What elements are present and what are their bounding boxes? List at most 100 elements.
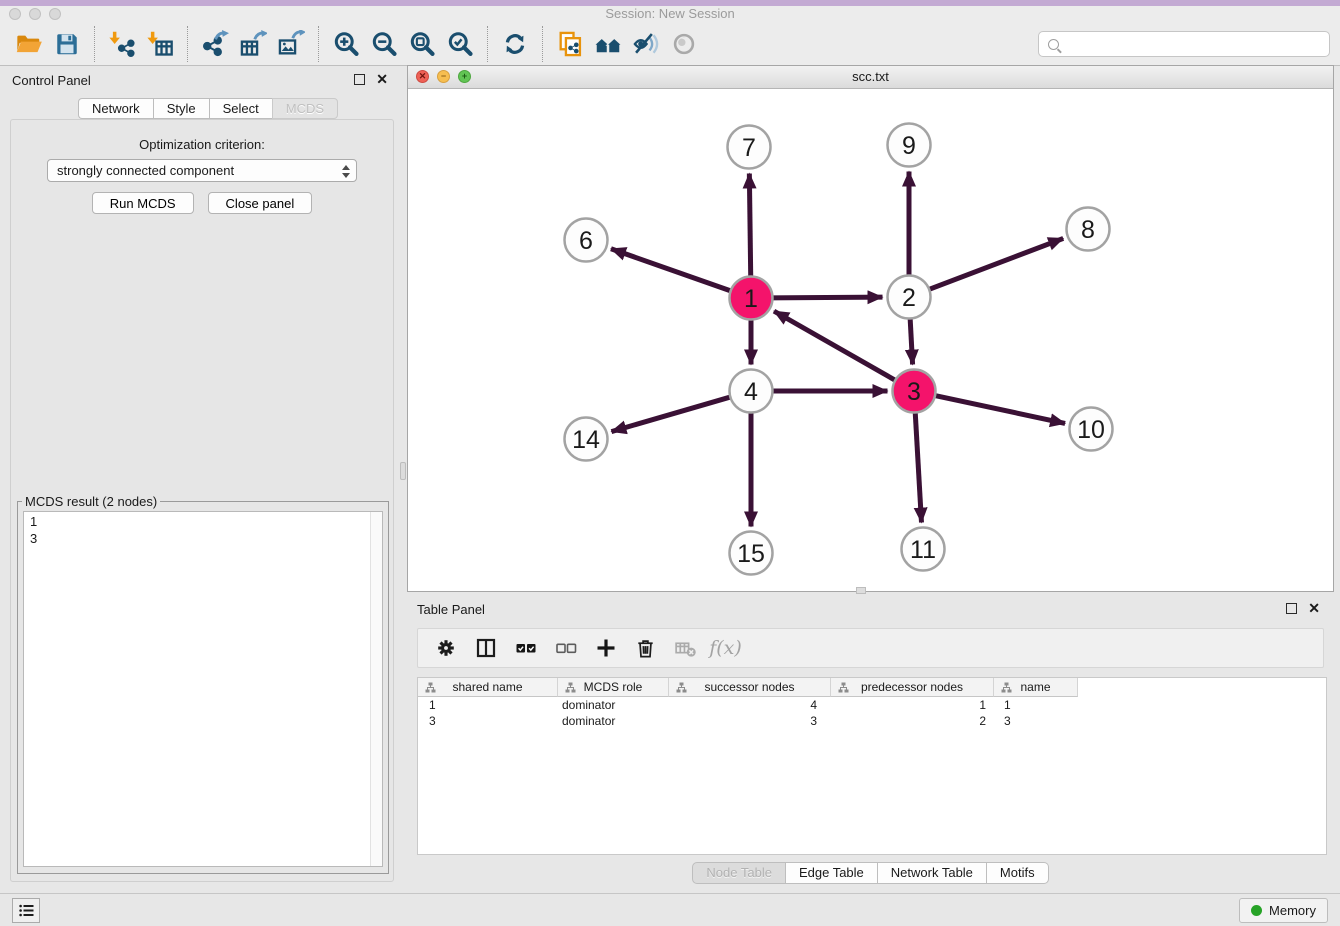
node-9[interactable]: 9 xyxy=(888,124,931,167)
clone-network-icon[interactable] xyxy=(551,25,589,63)
graphics-details-icon[interactable] xyxy=(627,25,665,63)
search-field[interactable] xyxy=(1038,31,1330,57)
control-panel: Control Panel ✕ NetworkStyleSelectMCDS O… xyxy=(2,66,402,888)
zoom-selected-icon[interactable] xyxy=(441,25,479,63)
float-panel-icon[interactable] xyxy=(354,74,365,85)
tab-mcds[interactable]: MCDS xyxy=(272,98,338,119)
horizontal-splitter-handle[interactable] xyxy=(856,587,866,594)
task-history-button[interactable] xyxy=(12,898,40,923)
cell-name[interactable]: 3 xyxy=(994,714,1078,728)
export-network-icon[interactable] xyxy=(196,25,234,63)
column-header-shared-name[interactable]: shared name xyxy=(418,678,558,697)
delete-icon[interactable] xyxy=(627,633,664,663)
node-11[interactable]: 11 xyxy=(902,528,945,571)
tab-node-table[interactable]: Node Table xyxy=(692,862,786,884)
tab-select[interactable]: Select xyxy=(209,98,272,119)
node-3[interactable]: 3 xyxy=(893,370,936,413)
node-10[interactable]: 10 xyxy=(1070,408,1113,451)
result-scrollbar[interactable] xyxy=(370,512,382,866)
toolbar-separator xyxy=(318,26,319,62)
node-6[interactable]: 6 xyxy=(565,219,608,262)
minimize-window-button[interactable] xyxy=(29,8,41,20)
function-builder-icon[interactable]: f(x) xyxy=(707,633,744,663)
import-network-icon[interactable] xyxy=(103,25,141,63)
cell-mcds-role[interactable]: dominator xyxy=(558,698,669,712)
zoom-in-icon[interactable] xyxy=(327,25,365,63)
column-header-mcds-role[interactable]: MCDS role xyxy=(558,678,669,697)
export-table-icon[interactable] xyxy=(234,25,272,63)
mcds-result-text[interactable]: 1 3 xyxy=(24,512,369,866)
column-header-name[interactable]: name xyxy=(994,678,1078,697)
column-header-predecessor-nodes[interactable]: predecessor nodes xyxy=(831,678,994,697)
cell-successor-nodes[interactable]: 3 xyxy=(669,714,831,728)
export-image-icon[interactable] xyxy=(272,25,310,63)
cell-mcds-role[interactable]: dominator xyxy=(558,714,669,728)
tab-motifs[interactable]: Motifs xyxy=(987,862,1049,884)
close-table-panel-icon[interactable]: ✕ xyxy=(1308,602,1320,614)
cell-shared-name[interactable]: 1 xyxy=(418,698,558,712)
run-mcds-button[interactable]: Run MCDS xyxy=(92,192,194,214)
node-2[interactable]: 2 xyxy=(888,276,931,319)
table-row-2[interactable]: 3dominator323 xyxy=(418,713,1326,729)
edge-3-11[interactable] xyxy=(915,409,921,522)
criterion-select[interactable]: strongly connected component xyxy=(47,159,357,182)
overview-icon[interactable] xyxy=(665,25,703,63)
apply-layout-icon[interactable] xyxy=(496,25,534,63)
network-window-titlebar[interactable]: ✕ − + scc.txt xyxy=(408,66,1333,89)
edge-1-2[interactable] xyxy=(769,297,882,298)
cell-successor-nodes[interactable]: 4 xyxy=(669,698,831,712)
node-7[interactable]: 7 xyxy=(728,126,771,169)
search-input[interactable] xyxy=(1059,32,1329,56)
close-panel-button[interactable]: Close panel xyxy=(208,192,313,214)
tab-style[interactable]: Style xyxy=(153,98,209,119)
tab-edge-table[interactable]: Edge Table xyxy=(786,862,878,884)
cell-predecessor-nodes[interactable]: 1 xyxy=(831,698,994,712)
table-row-1[interactable]: 1dominator411 xyxy=(418,697,1326,713)
close-window-button[interactable] xyxy=(9,8,21,20)
network-zoom-button[interactable]: + xyxy=(458,70,471,83)
cell-name[interactable]: 1 xyxy=(994,698,1078,712)
cell-shared-name[interactable]: 3 xyxy=(418,714,558,728)
reset-view-icon[interactable] xyxy=(589,25,627,63)
zoom-fit-icon[interactable] xyxy=(403,25,441,63)
gear-icon[interactable] xyxy=(427,633,464,663)
add-icon[interactable] xyxy=(587,633,624,663)
open-session-icon[interactable] xyxy=(10,25,48,63)
node-15[interactable]: 15 xyxy=(730,532,773,575)
edge-1-7[interactable] xyxy=(749,173,750,279)
edge-2-8[interactable] xyxy=(926,238,1063,290)
toolbar-separator xyxy=(487,26,488,62)
cell-predecessor-nodes[interactable]: 2 xyxy=(831,714,994,728)
zoom-out-icon[interactable] xyxy=(365,25,403,63)
edge-1-6[interactable] xyxy=(611,249,734,292)
network-minimize-button[interactable]: − xyxy=(437,70,450,83)
svg-text:7: 7 xyxy=(742,134,756,162)
node-4[interactable]: 4 xyxy=(730,370,773,413)
node-table[interactable]: shared nameMCDS rolesuccessor nodesprede… xyxy=(417,677,1327,855)
edge-2-3[interactable] xyxy=(910,315,913,364)
delete-table-icon[interactable] xyxy=(667,633,704,663)
edge-3-1[interactable] xyxy=(774,311,898,382)
memory-button[interactable]: Memory xyxy=(1239,898,1328,923)
node-8[interactable]: 8 xyxy=(1067,208,1110,251)
edge-4-14[interactable] xyxy=(611,396,733,431)
node-14[interactable]: 14 xyxy=(565,418,608,461)
column-header-successor-nodes[interactable]: successor nodes xyxy=(669,678,831,697)
save-session-icon[interactable] xyxy=(48,25,86,63)
network-graph[interactable]: 1 2 3 4 6 7 8 9 10 11 14 15 xyxy=(408,89,1333,591)
node-1[interactable]: 1 xyxy=(730,277,773,320)
vertical-splitter-handle[interactable] xyxy=(400,462,406,480)
unselect-all-icon[interactable] xyxy=(547,633,584,663)
import-table-icon[interactable] xyxy=(141,25,179,63)
tab-network[interactable]: Network xyxy=(78,98,153,119)
select-all-icon[interactable] xyxy=(507,633,544,663)
zoom-window-button[interactable] xyxy=(49,8,61,20)
split-panel-icon[interactable] xyxy=(467,633,504,663)
edge-3-10[interactable] xyxy=(932,395,1065,424)
close-panel-icon[interactable]: ✕ xyxy=(376,73,388,85)
network-close-button[interactable]: ✕ xyxy=(416,70,429,83)
network-window-title: scc.txt xyxy=(408,66,1333,88)
float-table-panel-icon[interactable] xyxy=(1286,603,1297,614)
network-canvas[interactable]: 1 2 3 4 6 7 8 9 10 11 14 15 xyxy=(408,89,1333,591)
tab-network-table[interactable]: Network Table xyxy=(878,862,987,884)
